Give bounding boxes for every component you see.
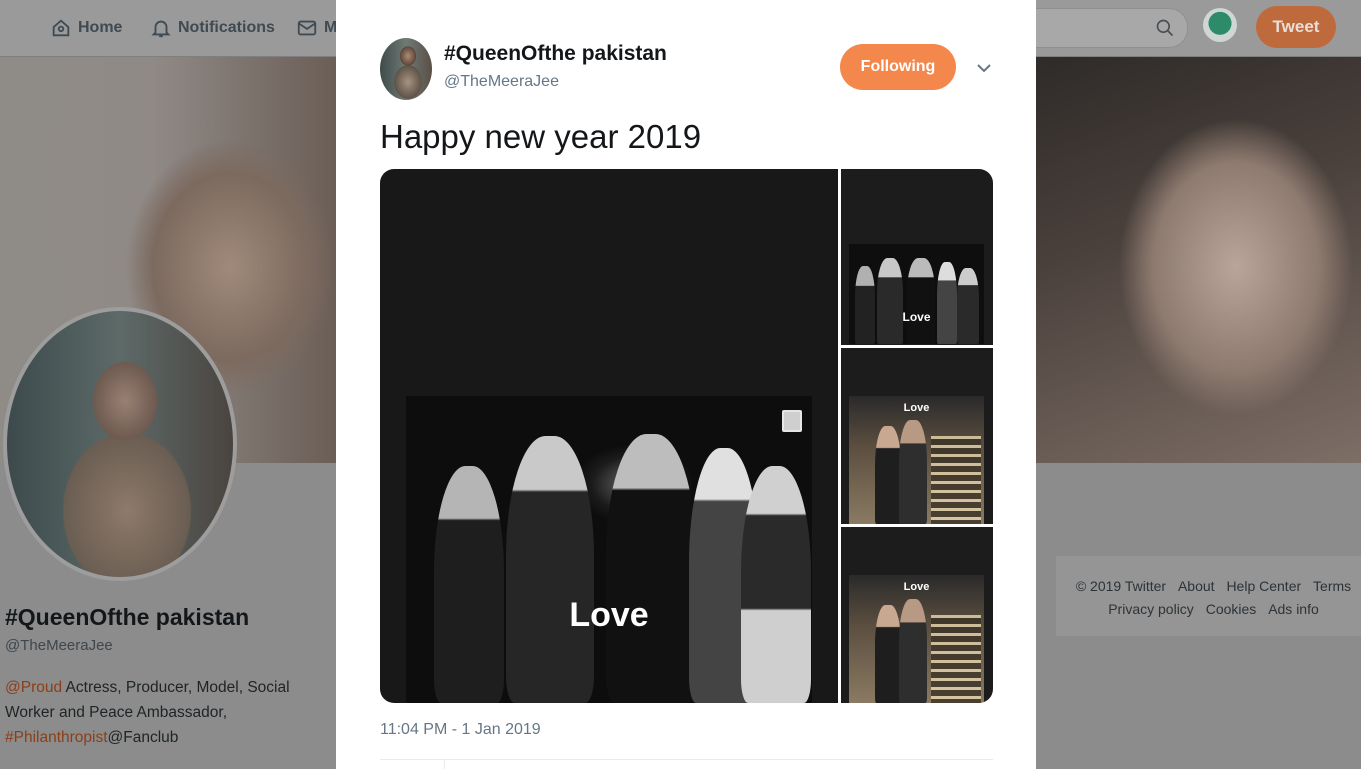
nav-notifications[interactable]: Notifications <box>150 17 275 39</box>
footer-privacy-link[interactable]: Privacy policy <box>1108 601 1194 617</box>
thumb-caption-3: Love <box>903 581 930 593</box>
media-image-thumb-1[interactable]: Love <box>841 169 993 345</box>
thumb-photo-2: Love <box>849 396 984 524</box>
nav-home[interactable]: Home <box>50 17 122 39</box>
home-icon <box>52 19 70 37</box>
following-button[interactable]: Following <box>840 44 956 90</box>
tweet-timestamp[interactable]: 11:04 PM - 1 Jan 2019 <box>380 721 541 739</box>
tweet-text: Happy new year 2019 <box>380 118 702 155</box>
nav-notifications-label: Notifications <box>178 19 275 36</box>
footer-copyright: © 2019 Twitter <box>1075 578 1167 594</box>
nav-messages[interactable]: M <box>296 17 337 39</box>
media-image-main[interactable]: Love <box>380 169 838 703</box>
tweet-modal: #QueenOfthe pakistan @TheMeeraJee Follow… <box>336 0 1036 769</box>
media-image-thumb-3[interactable]: Love <box>841 527 993 703</box>
footer-links: © 2019 Twitter About Help Center Terms P… <box>1066 575 1361 621</box>
bio-mention-proud[interactable]: @Proud <box>5 679 62 696</box>
thumb-caption-2: Love <box>903 402 930 414</box>
thumb-caption-1: Love <box>902 310 931 324</box>
photo-group-bw: Love <box>406 396 812 703</box>
search-input[interactable]: r <box>1010 8 1188 48</box>
account-avatar[interactable] <box>1203 8 1237 42</box>
mail-icon <box>297 20 317 36</box>
thumb-photo-3: Love <box>849 575 984 703</box>
divider <box>380 759 993 760</box>
author-handle[interactable]: @TheMeeraJee <box>444 73 559 91</box>
search-icon <box>1156 19 1174 37</box>
footer-cookies-link[interactable]: Cookies <box>1206 601 1257 617</box>
footer-help-link[interactable]: Help Center <box>1226 578 1301 594</box>
thumb-photo-1: Love <box>849 244 984 344</box>
tweet-media-grid: Love Love Love Love <box>380 169 993 703</box>
tweet-button[interactable]: Tweet <box>1256 6 1336 48</box>
bio-fanclub: @Fanclub <box>107 729 179 746</box>
chevron-down-icon[interactable] <box>975 59 993 77</box>
profile-bio: @Proud Actress, Producer, Model, Social … <box>5 675 305 750</box>
media-image-thumb-2[interactable]: Love <box>841 348 993 524</box>
bell-icon <box>151 20 171 38</box>
nav-home-label: Home <box>78 19 123 36</box>
gallery-icon <box>782 410 802 432</box>
divider-tick <box>444 759 445 769</box>
profile-banner-right <box>1036 57 1361 463</box>
footer-about-link[interactable]: About <box>1178 578 1215 594</box>
profile-name[interactable]: #QueenOfthe pakistan <box>5 604 249 631</box>
profile-handle[interactable]: @TheMeeraJee <box>5 637 113 654</box>
author-avatar[interactable] <box>380 38 432 100</box>
author-name[interactable]: #QueenOfthe pakistan <box>444 42 667 66</box>
profile-avatar[interactable] <box>3 307 237 581</box>
photo-caption: Love <box>569 596 649 634</box>
bio-hashtag-philanthropist[interactable]: #Philanthropist <box>5 729 108 746</box>
footer-terms-link[interactable]: Terms <box>1313 578 1351 594</box>
footer-ads-link[interactable]: Ads info <box>1268 601 1319 617</box>
